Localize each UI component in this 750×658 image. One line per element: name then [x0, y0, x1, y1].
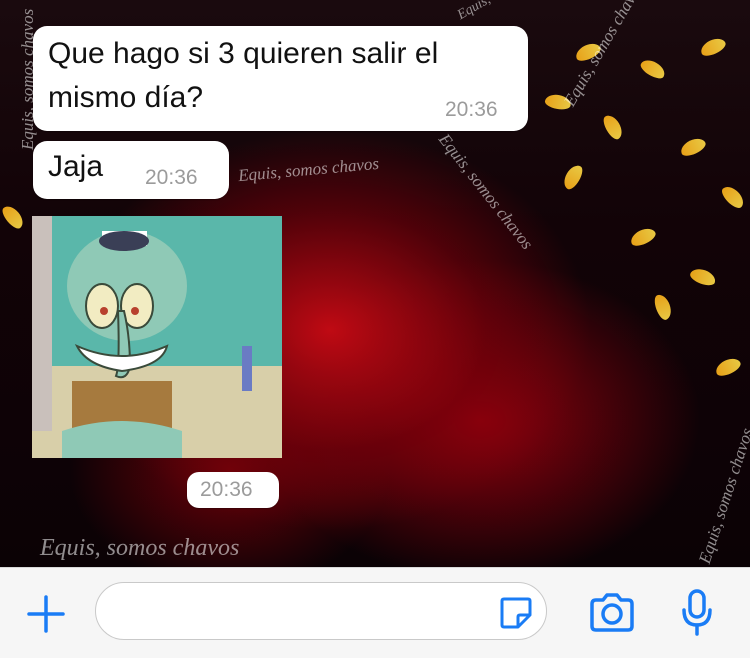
- watermark-text: Equis, somos chavos: [455, 0, 564, 24]
- flame-decoration: [628, 225, 658, 249]
- sticker-icon[interactable]: [498, 595, 534, 631]
- message-bubble[interactable]: Jaja 20:36: [33, 141, 229, 199]
- flame-decoration: [698, 35, 728, 59]
- microphone-icon[interactable]: [680, 588, 714, 638]
- message-text: Jaja: [48, 150, 104, 183]
- camera-icon[interactable]: [588, 592, 636, 634]
- message-text: Que hago si 3 quieren salir el: [48, 37, 439, 70]
- message-bubble[interactable]: Que hago si 3 quieren salir el mismo día…: [33, 26, 528, 131]
- flame-decoration: [718, 182, 748, 212]
- watermark-text: Equis, somos chavos: [435, 130, 537, 253]
- message-timestamp: 20:36: [145, 166, 198, 189]
- flame-decoration: [638, 56, 668, 82]
- flame-decoration: [600, 112, 626, 142]
- watermark-text: Equis, somos chavos: [695, 425, 750, 566]
- watermark-text: Equis, somos chavos: [560, 0, 648, 110]
- watermark-text: Equis, somos chavos: [40, 535, 240, 561]
- message-timestamp: 20:36: [200, 478, 253, 501]
- flame-decoration: [651, 292, 675, 322]
- image-message[interactable]: [32, 216, 282, 458]
- message-input[interactable]: [95, 582, 547, 640]
- flame-decoration: [560, 162, 586, 192]
- flame-decoration: [0, 202, 27, 232]
- squidward-image: [32, 216, 282, 458]
- watermark-text: Equis, somos chavos: [237, 153, 380, 186]
- plus-icon[interactable]: [26, 594, 66, 634]
- message-text: mismo día?: [48, 81, 204, 114]
- flame-decoration: [713, 355, 743, 379]
- flame-decoration: [678, 135, 708, 159]
- message-timestamp: 20:36: [445, 98, 498, 121]
- flame-decoration: [688, 265, 718, 289]
- image-timestamp-pill: 20:36: [187, 472, 279, 508]
